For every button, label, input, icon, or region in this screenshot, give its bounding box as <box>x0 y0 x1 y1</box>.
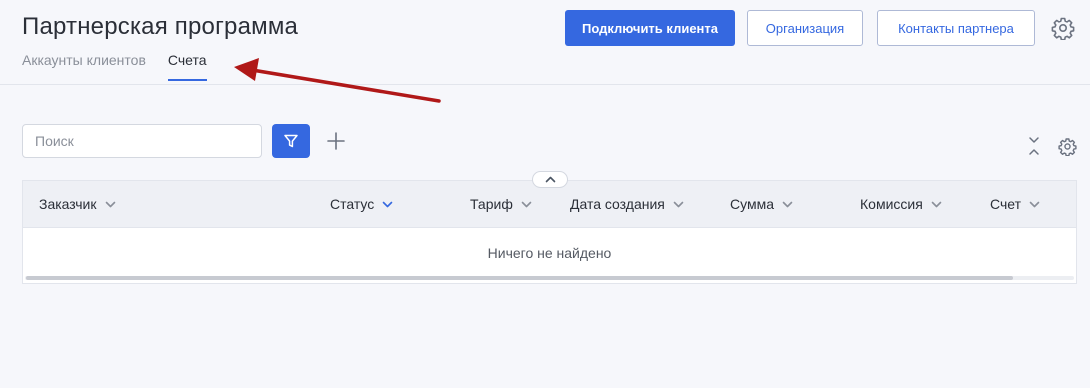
column-label: Тариф <box>470 196 513 212</box>
column-header-created-date[interactable]: Дата создания <box>570 196 684 212</box>
organization-button[interactable]: Организация <box>747 10 863 46</box>
column-label: Счет <box>990 196 1021 212</box>
tab-invoices[interactable]: Счета <box>167 52 207 81</box>
column-label: Статус <box>330 196 375 212</box>
chevron-down-icon <box>105 201 115 207</box>
empty-state-message: Ничего не найдено <box>487 245 612 261</box>
column-header-status[interactable]: Статус <box>330 196 393 212</box>
tabs: Аккаунты клиентов Счета <box>22 52 207 81</box>
chevron-down-icon <box>1029 201 1040 207</box>
chevron-down-icon <box>673 201 684 207</box>
chevron-down-icon <box>521 201 532 207</box>
column-label: Комиссия <box>860 196 923 212</box>
search-input[interactable] <box>22 124 262 158</box>
column-header-tariff[interactable]: Тариф <box>470 196 532 212</box>
column-header-commission[interactable]: Комиссия <box>860 196 942 212</box>
tab-client-accounts[interactable]: Аккаунты клиентов <box>22 52 146 81</box>
collapse-icon[interactable] <box>1027 136 1041 156</box>
plus-icon[interactable] <box>326 131 346 151</box>
chevron-down-icon <box>931 201 942 207</box>
column-header-amount[interactable]: Сумма <box>730 196 793 212</box>
column-label: Дата создания <box>570 196 665 212</box>
horizontal-scrollbar-thumb[interactable] <box>26 276 1013 280</box>
gear-icon[interactable] <box>1051 16 1075 40</box>
invoices-table: Заказчик Статус Тариф Дата создания Сумм… <box>22 180 1077 284</box>
partner-contacts-button[interactable]: Контакты партнера <box>877 10 1035 46</box>
chevron-down-icon <box>382 201 393 207</box>
header-divider <box>0 84 1090 85</box>
column-label: Сумма <box>730 196 774 212</box>
table-header: Заказчик Статус Тариф Дата создания Сумм… <box>23 181 1076 228</box>
connect-client-button[interactable]: Подключить клиента <box>565 10 735 46</box>
column-header-invoice[interactable]: Счет <box>990 196 1040 212</box>
filter-button[interactable] <box>272 124 310 158</box>
filter-icon <box>284 134 298 148</box>
collapse-toggle[interactable] <box>532 171 568 188</box>
chevron-down-icon <box>782 201 793 207</box>
page-title: Партнерская программа <box>22 13 299 40</box>
chevron-up-icon <box>545 176 555 183</box>
column-label: Заказчик <box>39 196 97 212</box>
gear-icon[interactable] <box>1058 137 1077 156</box>
column-header-customer[interactable]: Заказчик <box>39 196 116 212</box>
